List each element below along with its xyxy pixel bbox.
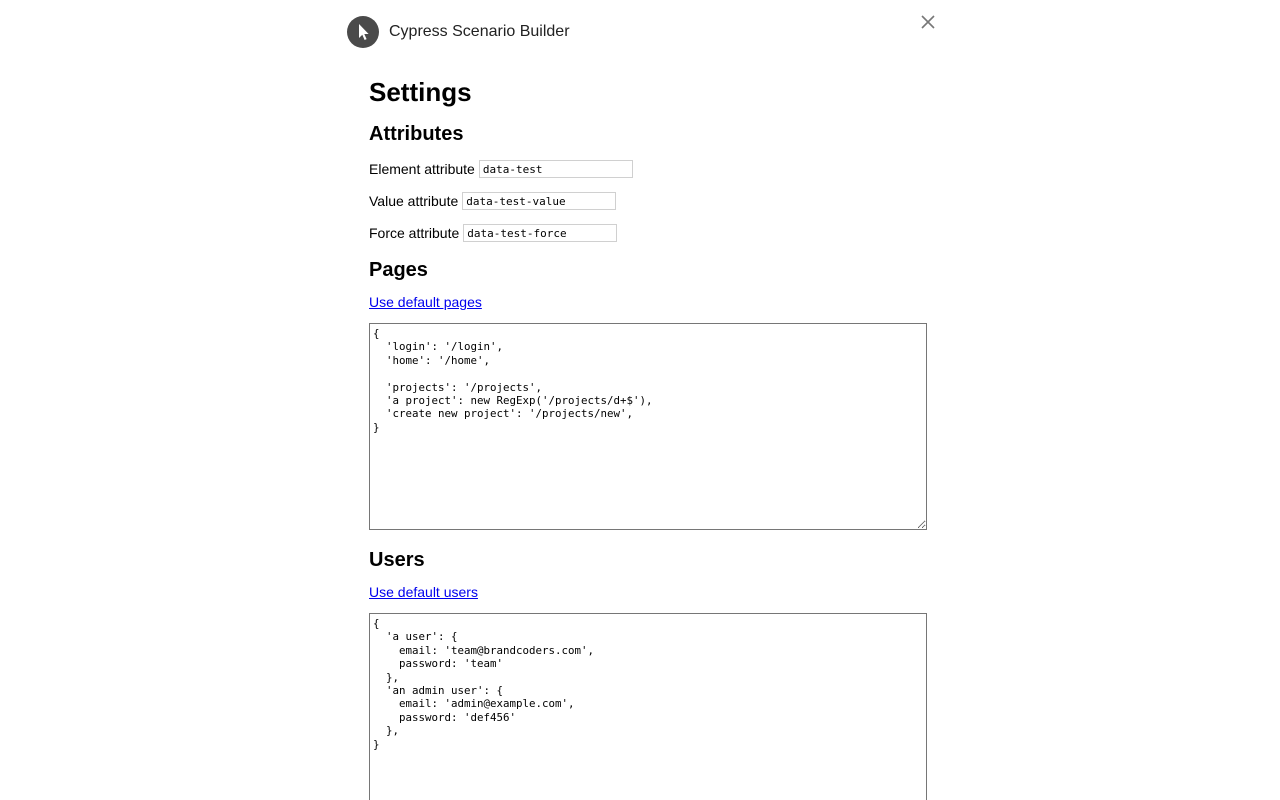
users-heading: Users (369, 549, 425, 571)
element-attribute-row: Element attribute (369, 159, 929, 179)
use-default-users-link[interactable]: Use default users (369, 583, 478, 601)
force-attribute-label: Force attribute (369, 225, 460, 241)
close-icon (921, 15, 935, 29)
value-attribute-row: Value attribute (369, 191, 929, 211)
value-attribute-input[interactable] (462, 192, 617, 210)
value-attribute-label: Value attribute (369, 193, 459, 209)
page-title: Settings (369, 77, 472, 107)
close-button[interactable] (918, 12, 938, 32)
pages-heading: Pages (369, 259, 428, 281)
users-code-editor[interactable]: { 'a user': { email: 'team@brandcoders.c… (369, 613, 927, 800)
element-attribute-input[interactable] (478, 160, 633, 178)
attributes-heading: Attributes (369, 123, 464, 145)
element-attribute-label: Element attribute (369, 161, 475, 177)
force-attribute-row: Force attribute (369, 223, 929, 243)
app-title: Cypress Scenario Builder (389, 23, 570, 40)
settings-content: Settings Attributes Element attribute Va… (369, 76, 929, 800)
cursor-arrow-icon (347, 16, 379, 48)
force-attribute-input[interactable] (463, 224, 618, 242)
use-default-pages-link[interactable]: Use default pages (369, 293, 482, 311)
settings-window: Cypress Scenario Builder Settings Attrib… (0, 0, 1280, 800)
pages-code-editor[interactable]: { 'login': '/login', 'home': '/home', 'p… (369, 323, 927, 530)
app-header: Cypress Scenario Builder (347, 16, 570, 48)
